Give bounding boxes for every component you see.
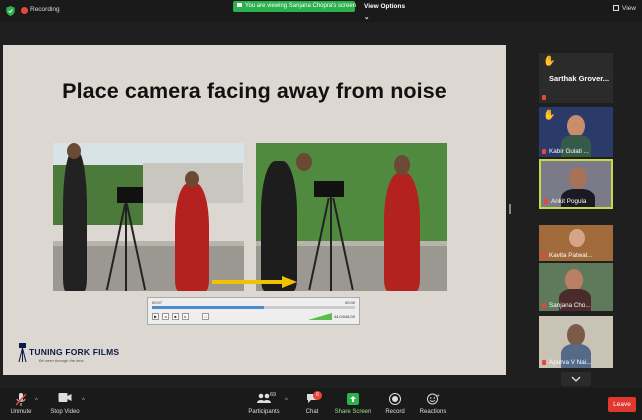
chevron-down-icon	[571, 376, 581, 382]
participants-count: 69	[270, 392, 277, 398]
muted-mic-icon	[544, 199, 548, 204]
arrow-right-icon	[212, 276, 297, 288]
participants-label: Participants	[248, 409, 280, 415]
unmute-label: Unmute	[10, 409, 32, 415]
video-options-caret[interactable]: ^	[82, 398, 85, 404]
share-screen-label: Share Screen	[334, 409, 372, 415]
smiley-plus-icon: +	[427, 393, 440, 405]
chat-label: Chat	[305, 409, 319, 415]
logo-text: TUNING FORK FILMS	[29, 347, 120, 357]
player-current-time: 00:07	[152, 300, 163, 305]
muted-mic-icon	[542, 95, 546, 100]
tripod-camera-icon	[18, 343, 27, 362]
recording-icon	[21, 7, 28, 14]
record-icon	[389, 393, 401, 405]
recording-label: Recording	[30, 6, 60, 13]
participant-name: Kabir Gulati ...	[549, 148, 589, 155]
shared-screen: Place camera facing away from noise TUNI…	[3, 45, 506, 375]
raised-hand-icon: ✋	[543, 110, 556, 121]
stop-video-button[interactable]: Stop Video	[46, 388, 84, 420]
unmute-button[interactable]: Unmute	[6, 388, 36, 420]
muted-mic-icon	[542, 253, 546, 258]
stop-video-label: Stop Video	[50, 409, 80, 415]
bottom-toolbar: Unmute ^ Stop Video ^ Participants 69 ^ …	[0, 388, 642, 420]
leave-button[interactable]: Leave	[608, 397, 636, 412]
shield-icon[interactable]	[6, 6, 15, 16]
audio-options-caret[interactable]: ^	[35, 398, 38, 404]
participant-tile-1[interactable]: ✋ Sarthak Grover...	[539, 53, 613, 103]
muted-mic-icon	[542, 360, 546, 365]
share-screen-button[interactable]: Share Screen	[334, 388, 372, 420]
participant-tile-2[interactable]: ✋ Kabir Gulati ...	[539, 107, 613, 157]
video-camera-icon	[58, 393, 72, 402]
scroll-participants-down-button[interactable]	[561, 372, 591, 386]
panel-resize-handle[interactable]	[509, 204, 511, 214]
participant-name: Sanjana Cho...	[549, 302, 591, 309]
player-progress-fill	[152, 306, 264, 309]
muted-mic-icon	[542, 303, 546, 308]
player-zoom-readout: 44.0/048.00	[333, 314, 355, 319]
viewing-banner: You are viewing Sanjana Chopra's screen	[233, 1, 356, 12]
view-options-label: View Options	[364, 3, 406, 10]
player-total-time: 00:00	[344, 300, 355, 305]
slide-title: Place camera facing away from noise	[62, 79, 447, 103]
participants-options-caret[interactable]: ^	[285, 398, 288, 404]
view-button[interactable]: View	[613, 5, 636, 12]
participant-tile-4[interactable]: Kavita Patwal...	[539, 225, 613, 261]
tuning-fork-films-logo: TUNING FORK FILMS Be seen through the le…	[17, 342, 121, 367]
view-label: View	[622, 5, 636, 12]
participant-tile-5[interactable]: Sanjana Cho...	[539, 263, 613, 311]
play-icon[interactable]: ▶	[152, 313, 159, 320]
chat-unread-badge: 6	[313, 391, 322, 400]
record-label: Record	[385, 409, 405, 415]
raised-hand-icon: ✋	[543, 56, 556, 67]
player-seek-bar[interactable]	[152, 306, 355, 309]
media-player-controls: 00:07 00:00 ▶ ◂ ■ ▸ □ 44.0/048.00	[147, 297, 360, 325]
participants-icon	[257, 393, 271, 403]
muted-mic-icon	[542, 149, 546, 154]
rewind-icon[interactable]: ◂	[162, 313, 169, 320]
chevron-down-icon: ⌄	[364, 14, 370, 21]
logo-tagline: Be seen through the lens	[39, 358, 84, 363]
participant-tile-3[interactable]: Ankit Pogula	[539, 159, 613, 209]
top-bar: Recording You are viewing Sanjana Chopra…	[0, 0, 642, 22]
screen-share-icon	[237, 3, 242, 8]
grid-icon	[613, 5, 619, 11]
photo-camera-facing-noise	[53, 143, 244, 291]
share-screen-icon	[347, 393, 359, 405]
stop-icon[interactable]: ■	[172, 313, 179, 320]
participants-button[interactable]: Participants	[244, 388, 284, 420]
participant-tile-6[interactable]: Apurva V Nai...	[539, 316, 613, 368]
participant-name: Kavita Patwal...	[549, 252, 593, 259]
view-options-button[interactable]: View Options ⌄	[364, 1, 410, 21]
forward-icon[interactable]: ▸	[182, 313, 189, 320]
muted-mic-icon	[16, 393, 26, 406]
photo-camera-facing-away	[256, 143, 447, 291]
participant-name: Ankit Pogula	[551, 198, 587, 205]
record-button[interactable]: Record	[382, 388, 408, 420]
viewing-banner-text: You are viewing Sanjana Chopra's screen	[245, 3, 356, 9]
fullscreen-icon[interactable]: □	[202, 313, 209, 320]
reactions-button[interactable]: + Reactions	[418, 388, 448, 420]
reactions-label: Reactions	[419, 409, 447, 415]
participant-name: Apurva V Nai...	[549, 359, 592, 366]
participant-name: Sarthak Grover...	[549, 74, 610, 83]
svg-text:+: +	[436, 393, 440, 399]
